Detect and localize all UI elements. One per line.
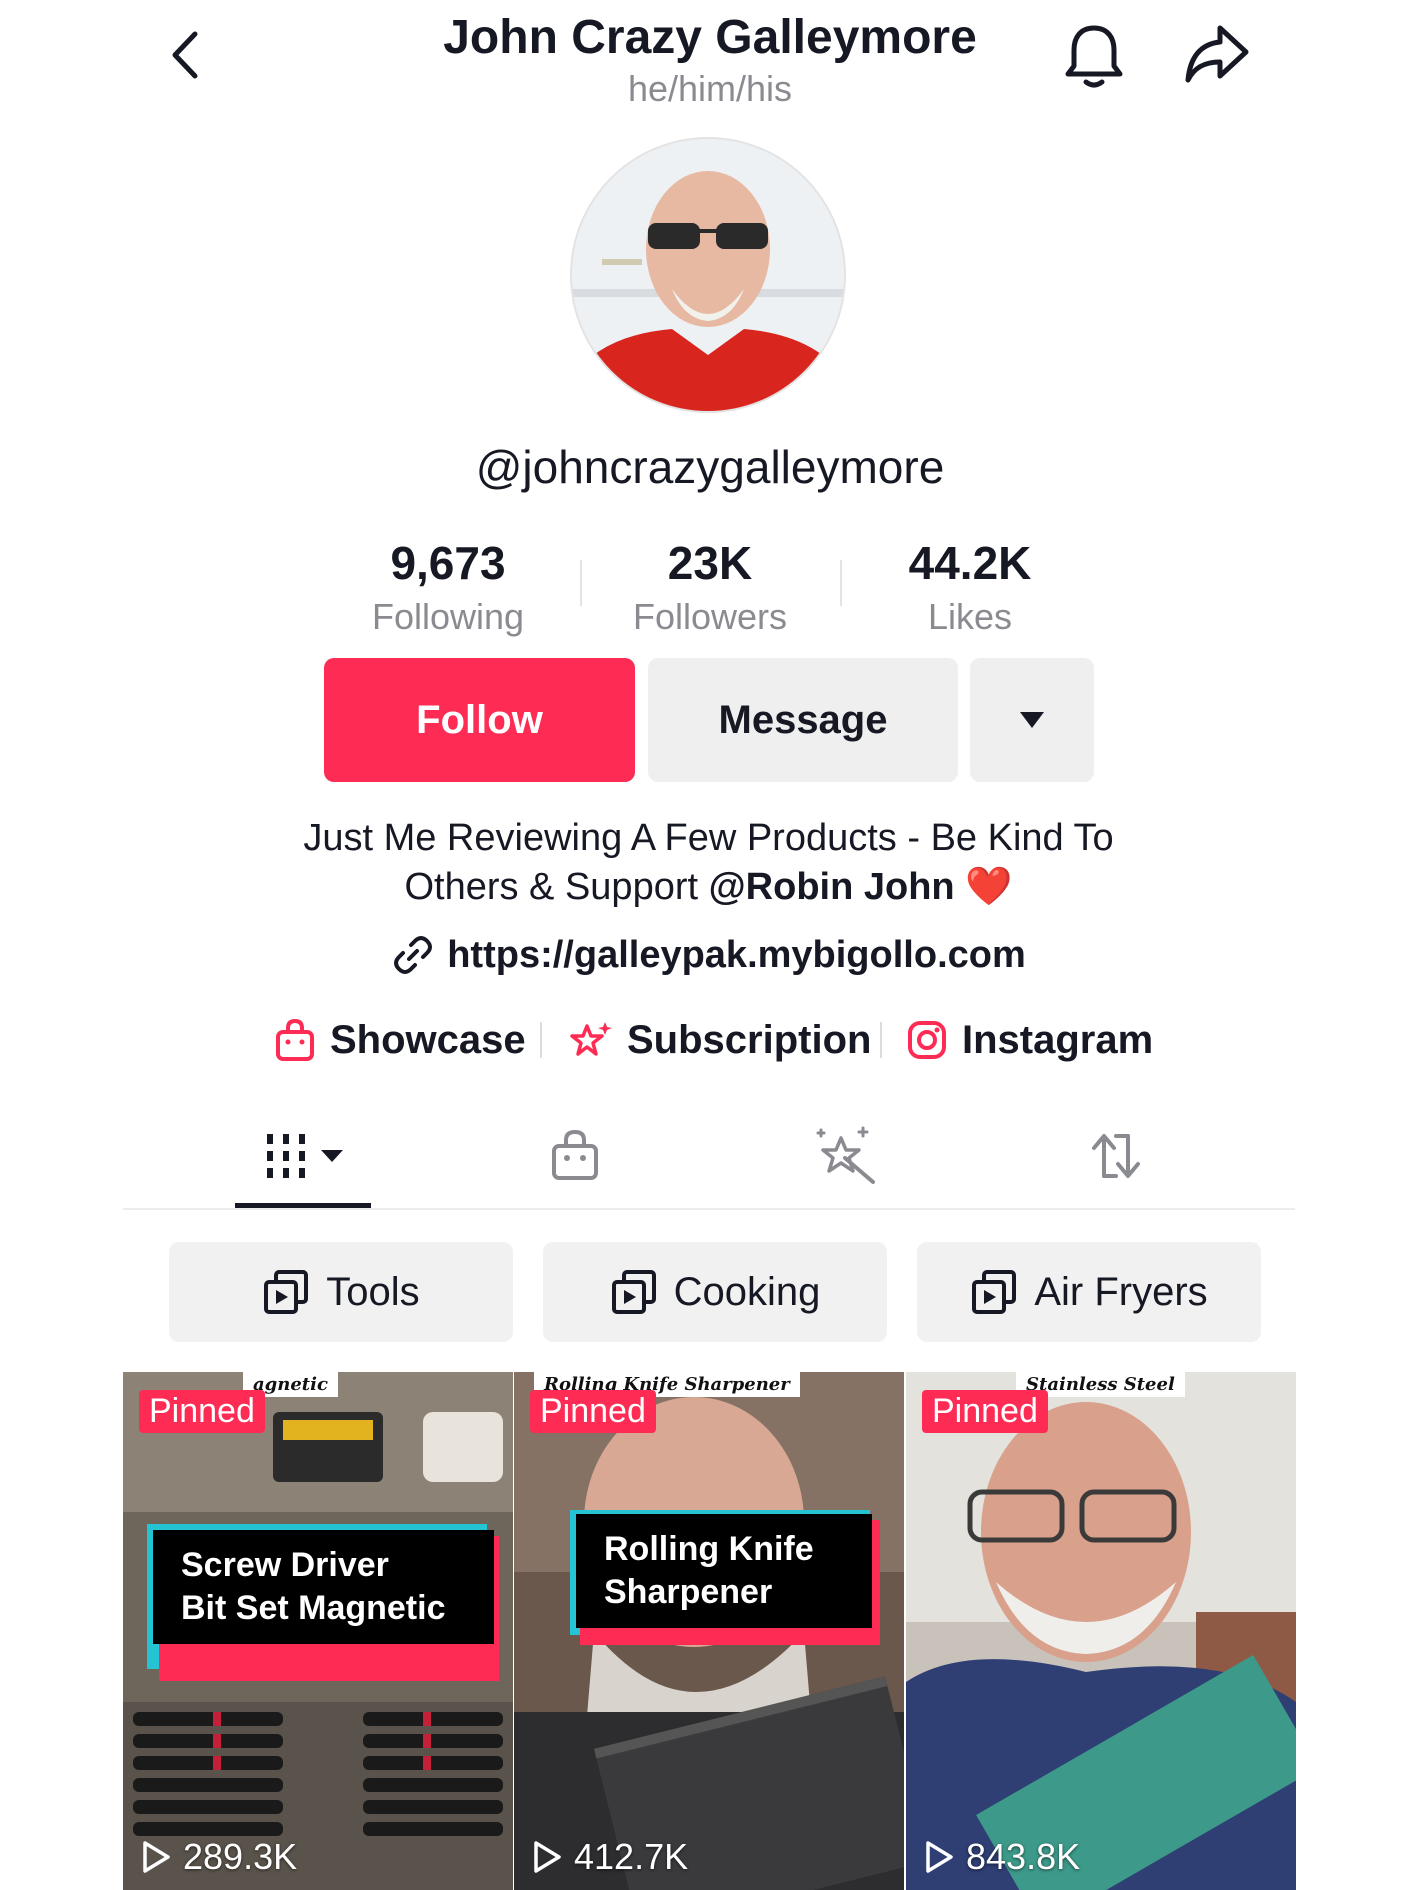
bio-text: Others & Support (404, 866, 709, 908)
likes-count: 44.2K (908, 537, 1032, 589)
play-icon (143, 1841, 170, 1873)
playlist-tools[interactable]: Tools (169, 1242, 513, 1342)
pinned-badge: Pinned (139, 1390, 265, 1433)
followers-label: Followers (632, 596, 788, 637)
playlist-icon (972, 1270, 1017, 1314)
instagram-link[interactable]: Instagram (906, 1012, 1153, 1068)
stat-divider (840, 560, 842, 606)
link-separator (540, 1022, 542, 1058)
caption-line: Screw Driver (181, 1546, 389, 1584)
video-thumbnail[interactable]: agnetic Screw Driver Bit Set Magnetic Pi… (123, 1372, 513, 1890)
pinned-badge: Pinned (922, 1390, 1048, 1433)
playlist-icon (264, 1270, 309, 1314)
heart-emoji: ❤️ (965, 866, 1013, 908)
magic-sparkle-icon (816, 1126, 875, 1184)
caption-line: Bit Set Magnetic (181, 1589, 446, 1627)
video-thumbnail[interactable]: Stainless Steel Pinned 843.8K (906, 1372, 1296, 1890)
video-thumbnail[interactable]: Rolling Knife Sharpener Rolling Knife Sh… (514, 1372, 904, 1890)
following-count[interactable]: 9,673 (348, 536, 548, 590)
subscription-label: Subscription (627, 1017, 872, 1062)
username: @johncrazygalleymore (475, 441, 945, 493)
view-count-text: 289.3K (183, 1836, 298, 1877)
tab-shop[interactable] (530, 1120, 620, 1200)
likes-label: Likes (927, 596, 1013, 637)
bio-line-2: Others & Support @Robin John ❤️ (200, 863, 1217, 912)
grid-videos-icon (267, 1134, 343, 1178)
caption-line: Rolling Knife (604, 1530, 814, 1568)
tab-subscriber-content[interactable] (800, 1120, 890, 1200)
link-separator (880, 1022, 882, 1058)
video-caption: Screw Driver Bit Set Magnetic (153, 1530, 494, 1644)
avatar-image (572, 139, 844, 411)
pronouns: he/him/his (627, 68, 793, 109)
more-options-button[interactable] (970, 658, 1094, 782)
shopping-bag-icon (552, 1129, 598, 1180)
pinned-badge: Pinned (530, 1390, 656, 1433)
subscription-link[interactable]: Subscription (567, 1012, 871, 1068)
showcase-link[interactable]: Showcase (274, 1012, 526, 1068)
back-arrow-icon[interactable] (165, 28, 205, 82)
showcase-label: Showcase (330, 1017, 526, 1062)
playlist-cooking[interactable]: Cooking (543, 1242, 887, 1342)
video-preview-image (514, 1372, 904, 1890)
tab-reposts[interactable] (1070, 1120, 1160, 1200)
followers-count[interactable]: 23K (610, 536, 810, 590)
playlist-air-fryers[interactable]: Air Fryers (917, 1242, 1261, 1342)
star-sparkle-icon (570, 1022, 612, 1056)
bio-line-1: Just Me Reviewing A Few Products - Be Ki… (303, 817, 1114, 859)
playlist-label: Air Fryers (1034, 1269, 1208, 1314)
bio: Just Me Reviewing A Few Products - Be Ki… (200, 814, 1217, 912)
bio-link-text[interactable]: https://galleypak.mybigollo.com (447, 934, 1026, 977)
video-caption: Rolling Knife Sharpener (576, 1514, 872, 1628)
view-count: 843.8K (924, 1836, 1080, 1878)
caption-line: Sharpener (604, 1573, 773, 1611)
shopping-bag-icon (276, 1018, 314, 1061)
instagram-icon (908, 1021, 946, 1059)
page-title: John Crazy Galleymore (443, 11, 977, 64)
play-icon (534, 1841, 561, 1873)
bell-icon[interactable] (1062, 22, 1126, 90)
playlist-label: Tools (326, 1269, 420, 1314)
following-label: Following (371, 596, 525, 637)
bio-mention-link[interactable]: @Robin John (709, 866, 955, 908)
share-icon[interactable] (1182, 22, 1252, 88)
bio-link[interactable]: https://galleypak.mybigollo.com (200, 930, 1217, 980)
view-count-text: 412.7K (574, 1836, 689, 1877)
tab-videos[interactable] (235, 1120, 371, 1200)
follow-button[interactable]: Follow (324, 658, 635, 782)
view-count-text: 843.8K (966, 1836, 1081, 1877)
playlist-label: Cooking (673, 1269, 821, 1314)
playlist-icon (611, 1270, 656, 1314)
link-icon (394, 936, 433, 974)
play-icon (926, 1841, 953, 1873)
repost-icon (1092, 1134, 1140, 1178)
instagram-label: Instagram (962, 1017, 1154, 1062)
tabs-divider (123, 1208, 1295, 1210)
caret-down-icon (1020, 712, 1044, 728)
view-count: 412.7K (532, 1836, 688, 1878)
stat-divider (580, 560, 582, 606)
message-button[interactable]: Message (648, 658, 958, 782)
avatar[interactable] (572, 139, 844, 411)
view-count: 289.3K (141, 1836, 297, 1878)
video-preview-image (906, 1372, 1296, 1890)
